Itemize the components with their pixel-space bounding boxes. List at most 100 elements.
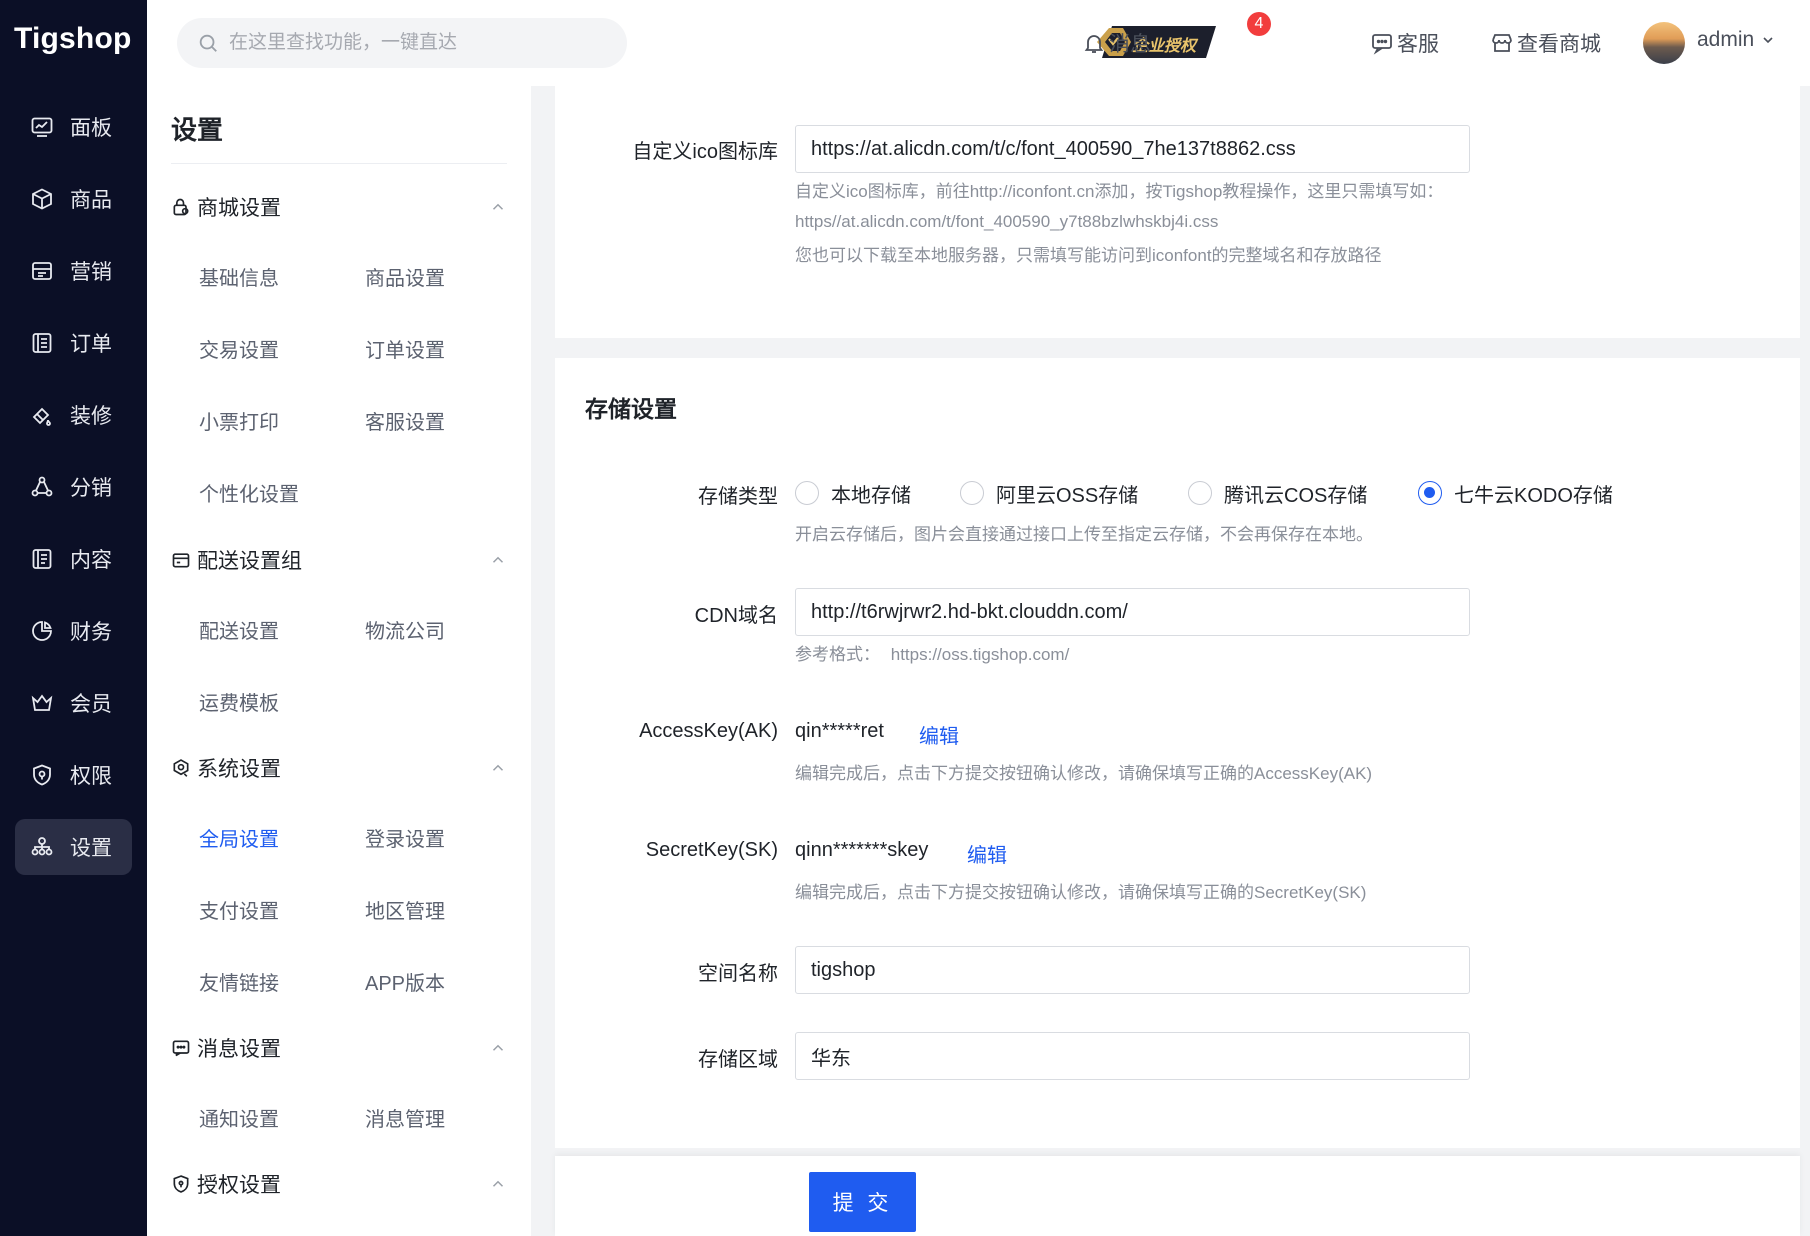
user-menu[interactable]: admin xyxy=(1697,28,1776,52)
group-message-settings[interactable]: 消息设置 xyxy=(171,1031,507,1065)
customer-service-link[interactable]: 客服 xyxy=(1370,26,1439,60)
nav-item-orders[interactable]: 订单 xyxy=(15,315,132,371)
marketing-icon xyxy=(32,262,52,280)
radio-aliyun-oss[interactable]: 阿里云OSS存储 xyxy=(960,478,1138,508)
nav-item-finance[interactable]: 财务 xyxy=(15,603,132,659)
link-order-settings[interactable]: 订单设置 xyxy=(365,334,445,363)
group-system-settings[interactable]: 系统设置 xyxy=(171,751,507,785)
store-icon xyxy=(1492,34,1512,52)
messages-link[interactable]: 消息 xyxy=(1082,26,1151,60)
group-store-settings[interactable]: 商城设置 xyxy=(171,190,507,224)
chat-icon xyxy=(1372,34,1392,55)
secret-key-value: qinn*******skey xyxy=(795,839,929,861)
link-receipt-print[interactable]: 小票打印 xyxy=(199,406,279,435)
chevron-up-icon xyxy=(492,1180,504,1187)
nav-item-label: 财务 xyxy=(70,621,112,644)
nav-item-permissions[interactable]: 权限 xyxy=(15,747,132,803)
cdn-domain-label: CDN域名 xyxy=(694,605,778,627)
nav-item-distribution[interactable]: 分销 xyxy=(15,459,132,515)
nav-item-dashboard[interactable]: 面板 xyxy=(15,99,132,155)
nav-item-content[interactable]: 内容 xyxy=(15,531,132,587)
icon-library-input[interactable] xyxy=(795,125,1470,173)
link-message-management[interactable]: 消息管理 xyxy=(365,1103,445,1132)
link-shipping-template[interactable]: 运费模板 xyxy=(199,687,279,716)
nav-item-decoration[interactable]: 装修 xyxy=(15,387,132,443)
secret-key-edit-link[interactable]: 编辑 xyxy=(967,839,1007,868)
group-title: 消息设置 xyxy=(197,1038,281,1061)
search-input[interactable] xyxy=(229,32,599,54)
tigshop-logo[interactable]: Tigshop xyxy=(14,22,132,56)
content-icon xyxy=(32,549,52,569)
nav-item-label: 装修 xyxy=(70,405,112,428)
system-settings-icon xyxy=(173,759,189,777)
link-region-management[interactable]: 地区管理 xyxy=(365,895,445,924)
nav-item-label: 会员 xyxy=(70,693,112,716)
radio-circle-selected xyxy=(1418,481,1442,505)
avatar[interactable] xyxy=(1643,22,1685,64)
nav-item-members[interactable]: 会员 xyxy=(15,675,132,731)
link-product-settings[interactable]: 商品设置 xyxy=(365,262,445,291)
group-title: 系统设置 xyxy=(197,758,281,781)
bucket-name-label: 空间名称 xyxy=(698,963,778,985)
radio-qiniu-kodo[interactable]: 七牛云KODO存储 xyxy=(1418,478,1613,508)
cdn-domain-hint: 参考格式： https://oss.tigshop.com/ xyxy=(795,640,1069,670)
group-license-settings[interactable]: 授权设置 xyxy=(171,1167,507,1201)
link-friendly-links[interactable]: 友情链接 xyxy=(199,967,279,996)
cdn-domain-input[interactable] xyxy=(795,588,1470,636)
storage-type-label: 存储类型 xyxy=(698,486,778,508)
link-service-settings[interactable]: 客服设置 xyxy=(365,406,445,435)
storage-region-input[interactable] xyxy=(795,1032,1470,1080)
submit-button[interactable]: 提 交 xyxy=(809,1172,916,1232)
link-payment-settings[interactable]: 支付设置 xyxy=(199,895,279,924)
secret-key-label: SecretKey(SK) xyxy=(645,839,778,861)
nav-item-label: 商品 xyxy=(70,189,112,212)
link-app-version[interactable]: APP版本 xyxy=(365,967,445,996)
message-count-badge: 4 xyxy=(1247,12,1271,36)
link-basic-info[interactable]: 基础信息 xyxy=(199,262,279,291)
bucket-name-input[interactable] xyxy=(795,946,1470,994)
radio-circle xyxy=(960,481,984,505)
crown-icon xyxy=(31,694,53,711)
link-notification-settings[interactable]: 通知设置 xyxy=(199,1103,279,1132)
link-global-settings[interactable]: 全局设置 xyxy=(199,823,279,852)
secret-key-hint: 编辑完成后，点击下方提交按钮确认修改，请确保填写正确的SecretKey(SK) xyxy=(795,883,1367,902)
link-delivery-settings[interactable]: 配送设置 xyxy=(199,615,279,644)
access-key-edit-link[interactable]: 编辑 xyxy=(919,720,959,749)
nav-item-label: 订单 xyxy=(70,333,112,356)
group-shipping-settings[interactable]: 配送设置组 xyxy=(171,543,507,577)
paint-icon xyxy=(32,407,51,426)
group-title: 配送设置组 xyxy=(197,550,302,573)
nav-item-label: 内容 xyxy=(70,549,112,572)
messages-label: 消息 xyxy=(1109,33,1151,56)
link-trade-settings[interactable]: 交易设置 xyxy=(199,334,279,363)
radio-local-storage[interactable]: 本地存储 xyxy=(795,478,911,508)
nav-item-settings[interactable]: 设置 xyxy=(15,819,132,875)
link-login-settings[interactable]: 登录设置 xyxy=(365,823,445,852)
search-box[interactable] xyxy=(177,18,627,68)
nav-item-label: 权限 xyxy=(70,765,112,788)
order-icon xyxy=(32,333,52,353)
storage-region-label: 存储区域 xyxy=(698,1049,778,1071)
radio-tencent-cos[interactable]: 腾讯云COS存储 xyxy=(1188,478,1367,508)
nav-item-products[interactable]: 商品 xyxy=(15,171,132,227)
radio-circle xyxy=(795,481,819,505)
link-personalization[interactable]: 个性化设置 xyxy=(199,478,299,507)
link-logistics-company[interactable]: 物流公司 xyxy=(365,615,445,644)
view-store-link[interactable]: 查看商城 xyxy=(1490,26,1601,60)
access-key-value: qin*****ret xyxy=(795,720,884,742)
cdn-hint-prefix: 参考格式： xyxy=(795,645,880,664)
nav-item-label: 营销 xyxy=(70,261,112,284)
settings-sidebar: 设置 商城设置 基础信息 商品设置 交易设置 订单设置 小票打印 客服设置 个性… xyxy=(147,86,531,1236)
nav-item-marketing[interactable]: 营销 xyxy=(15,243,132,299)
icon-library-hint-3: 您也可以下载至本地服务器，只需填写能访问到iconfont的完整域名和存放路径 xyxy=(795,246,1382,265)
storage-settings-card xyxy=(555,358,1800,1148)
chevron-up-icon xyxy=(492,556,504,563)
top-header: 企业授权 消息 4 客服 查看商城 admin xyxy=(147,0,1810,86)
nav-item-label: 分销 xyxy=(70,477,112,500)
settings-icon xyxy=(31,837,53,856)
icon-library-hint-2: https//at.alicdn.com/t/font_400590_y7t88… xyxy=(795,212,1219,231)
icon-library-label: 自定义ico图标库 xyxy=(632,141,778,163)
nav-item-label: 面板 xyxy=(70,117,112,140)
radio-label: 阿里云OSS存储 xyxy=(996,484,1139,507)
group-title: 商城设置 xyxy=(197,197,281,220)
